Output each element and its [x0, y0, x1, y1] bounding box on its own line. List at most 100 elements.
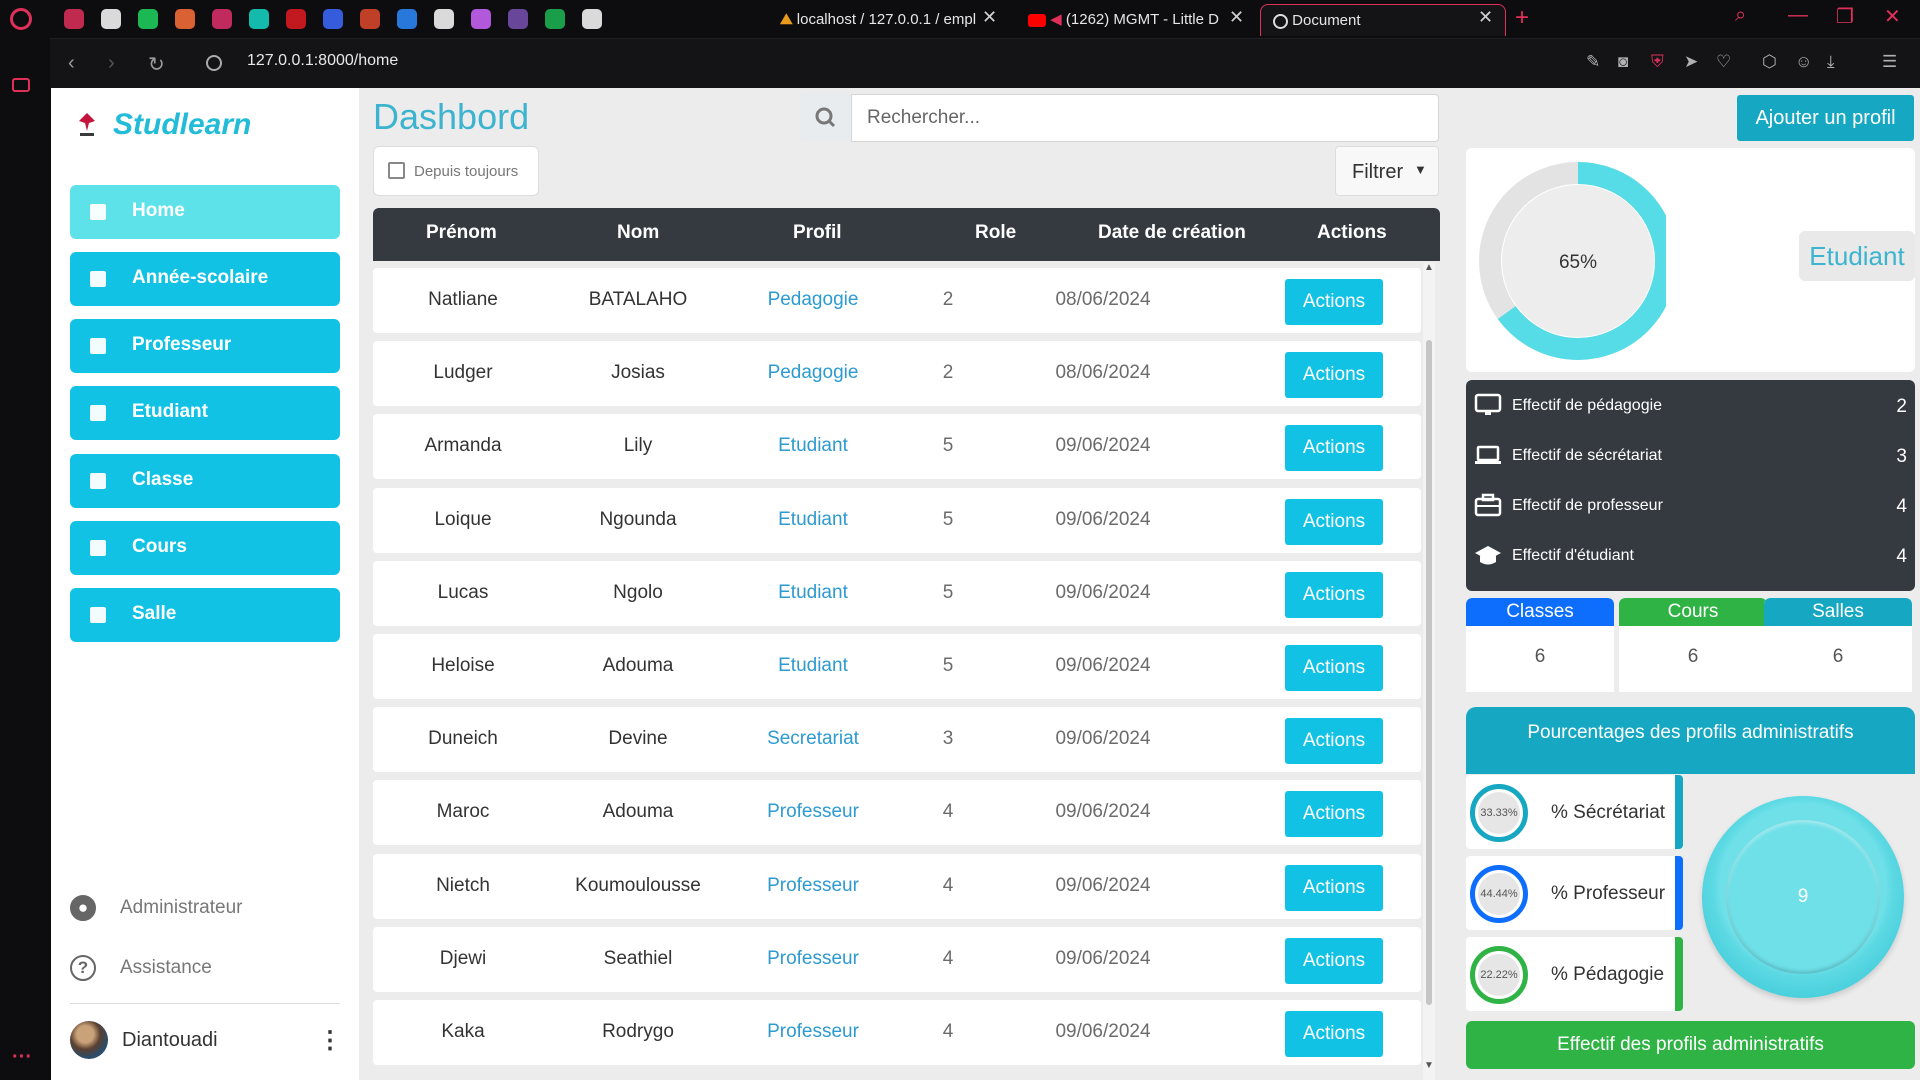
cell-profil[interactable]: Etudiant [723, 582, 903, 604]
sidebar-item-label: Professeur [132, 334, 232, 355]
bottle-icon[interactable] [360, 9, 380, 29]
kebab-menu-icon[interactable]: ⋮ [318, 1026, 342, 1055]
cell-profil[interactable]: Pedagogie [723, 289, 903, 311]
sidebar-more-icon[interactable]: ··· [12, 1046, 32, 1069]
folder-icon[interactable] [212, 9, 232, 29]
reload-icon[interactable]: ↻ [148, 52, 165, 77]
cube-icon[interactable]: ⬡ [1762, 52, 1777, 72]
actions-button[interactable]: Actions [1285, 498, 1383, 545]
col-date[interactable]: Date de création [1098, 222, 1246, 244]
card-classes[interactable]: Classes 6 [1466, 598, 1614, 692]
date-filter[interactable]: Depuis toujours [373, 146, 539, 196]
shield-icon[interactable]: ⛨ [1651, 52, 1664, 72]
col-actions[interactable]: Actions [1317, 222, 1387, 244]
actions-button[interactable]: Actions [1285, 791, 1383, 838]
cell-date: 09/06/2024 [1055, 581, 1151, 603]
cell-profil[interactable]: Professeur [723, 1021, 903, 1043]
firefox-icon[interactable] [175, 9, 195, 29]
avatar[interactable] [70, 1021, 108, 1059]
tab-close-icon[interactable]: ✕ [1229, 7, 1244, 28]
actions-button[interactable]: Actions [1285, 937, 1383, 984]
wallet-icon[interactable] [397, 9, 417, 29]
orb-icon[interactable] [471, 9, 491, 29]
tab-close-icon[interactable]: ✕ [1478, 7, 1493, 28]
restore-icon[interactable]: ❐ [1836, 4, 1854, 29]
actions-button[interactable]: Actions [1285, 864, 1383, 911]
chatgpt-icon[interactable] [582, 9, 602, 29]
cell-profil[interactable]: Etudiant [723, 435, 903, 457]
github-icon[interactable] [434, 9, 454, 29]
play-icon[interactable] [249, 9, 269, 29]
minimize-icon[interactable]: — [1788, 4, 1808, 27]
close-window-icon[interactable]: ✕ [1884, 4, 1901, 29]
cell-profil[interactable]: Pedagogie [723, 362, 903, 384]
col-prenom[interactable]: Prénom [426, 222, 497, 244]
sidebar-item-home[interactable]: Home [70, 185, 340, 239]
forward-icon[interactable]: › [108, 52, 115, 75]
tab-youtube[interactable]: ◀ (1262) MGMT - Little D [1016, 4, 1244, 36]
heart-icon[interactable]: ♡ [1716, 52, 1731, 72]
cell-profil[interactable]: Professeur [723, 801, 903, 823]
opera-icon[interactable] [10, 8, 32, 30]
workspace-icon[interactable] [12, 78, 30, 92]
site-info-icon[interactable] [206, 55, 222, 71]
cell-profil[interactable]: Etudiant [723, 509, 903, 531]
actions-button[interactable]: Actions [1285, 645, 1383, 691]
blue-square-icon[interactable] [323, 9, 343, 29]
card-cours[interactable]: Cours 6 [1619, 598, 1767, 692]
gamepad-icon[interactable] [64, 9, 84, 29]
cell-profil[interactable]: Secretariat [723, 728, 903, 750]
scroll-up-icon[interactable]: ▲ [1424, 262, 1434, 273]
table-row: Maroc Adouma Professeur 4 09/06/2024 Actions [373, 780, 1421, 846]
scroll-down-icon[interactable]: ▼ [1424, 1060, 1434, 1071]
search-tabs-icon[interactable]: ⌕ [1735, 4, 1746, 27]
back-icon[interactable]: ‹ [68, 52, 75, 75]
actions-button[interactable]: Actions [1285, 571, 1383, 618]
cell-role: 4 [942, 1021, 954, 1042]
donut-chart: 65% [1479, 162, 1677, 360]
col-role[interactable]: Role [975, 222, 1016, 244]
url-text[interactable]: 127.0.0.1:8000/home [247, 52, 398, 70]
admin-profiles-footer[interactable]: Effectif des profils administratifs [1466, 1021, 1915, 1069]
tiktok-icon[interactable] [101, 9, 121, 29]
sidebar-item-salle[interactable]: Salle [70, 588, 340, 642]
col-nom[interactable]: Nom [617, 222, 659, 244]
actions-button[interactable]: Actions [1285, 352, 1383, 399]
settings-icon[interactable]: ☰ [1882, 52, 1897, 72]
bootstrap-icon[interactable] [508, 9, 528, 29]
flag-icon[interactable] [286, 9, 306, 29]
new-tab-icon[interactable]: + [1515, 4, 1529, 32]
account-icon[interactable]: ☺ [1795, 52, 1812, 72]
actions-button[interactable]: Actions [1285, 718, 1383, 765]
add-profile-button[interactable]: Ajouter un profil [1737, 95, 1914, 141]
sidebar-item-label: Année-scolaire [132, 267, 269, 288]
edit-icon[interactable]: ✎ [1586, 52, 1600, 72]
download-icon[interactable]: ⤓ [1827, 52, 1835, 72]
cell-profil[interactable]: Professeur [723, 948, 903, 970]
tab-close-icon[interactable]: ✕ [982, 7, 997, 28]
actions-button[interactable]: Actions [1285, 1011, 1383, 1057]
actions-button[interactable]: Actions [1285, 425, 1383, 472]
cell-profil[interactable]: Professeur [723, 875, 903, 897]
tab-phpmyadmin[interactable]: ⛰ localhost / 127.0.0.1 / empl [768, 4, 1008, 36]
col-profil[interactable]: Profil [793, 222, 842, 244]
actions-button[interactable]: Actions [1285, 279, 1383, 325]
card-value: 6 [1687, 646, 1699, 667]
sidebar-item-etudiant[interactable]: Etudiant [70, 386, 340, 440]
search-input[interactable] [853, 96, 1433, 140]
tab-document[interactable]: Document [1260, 4, 1506, 36]
card-salles[interactable]: Salles 6 [1764, 598, 1912, 692]
cell-profil[interactable]: Etudiant [723, 655, 903, 677]
send-icon[interactable]: ➤ [1684, 52, 1698, 72]
search-button[interactable] [800, 94, 852, 142]
spotify-icon[interactable] [138, 9, 158, 29]
sidebar-item-professeur[interactable]: Professeur [70, 319, 340, 373]
camera-icon[interactable]: ◙ [1618, 52, 1628, 72]
card-title: Cours [1619, 598, 1767, 626]
sidebar-item-ann-e-scolaire[interactable]: Année-scolaire [70, 252, 340, 306]
scrollbar-thumb[interactable] [1426, 340, 1432, 1005]
sidebar-item-cours[interactable]: Cours [70, 521, 340, 575]
sidebar-item-classe[interactable]: Classe [70, 454, 340, 508]
filter-dropdown[interactable]: Filtrer ▼ [1335, 146, 1439, 196]
w-icon[interactable] [545, 9, 565, 29]
